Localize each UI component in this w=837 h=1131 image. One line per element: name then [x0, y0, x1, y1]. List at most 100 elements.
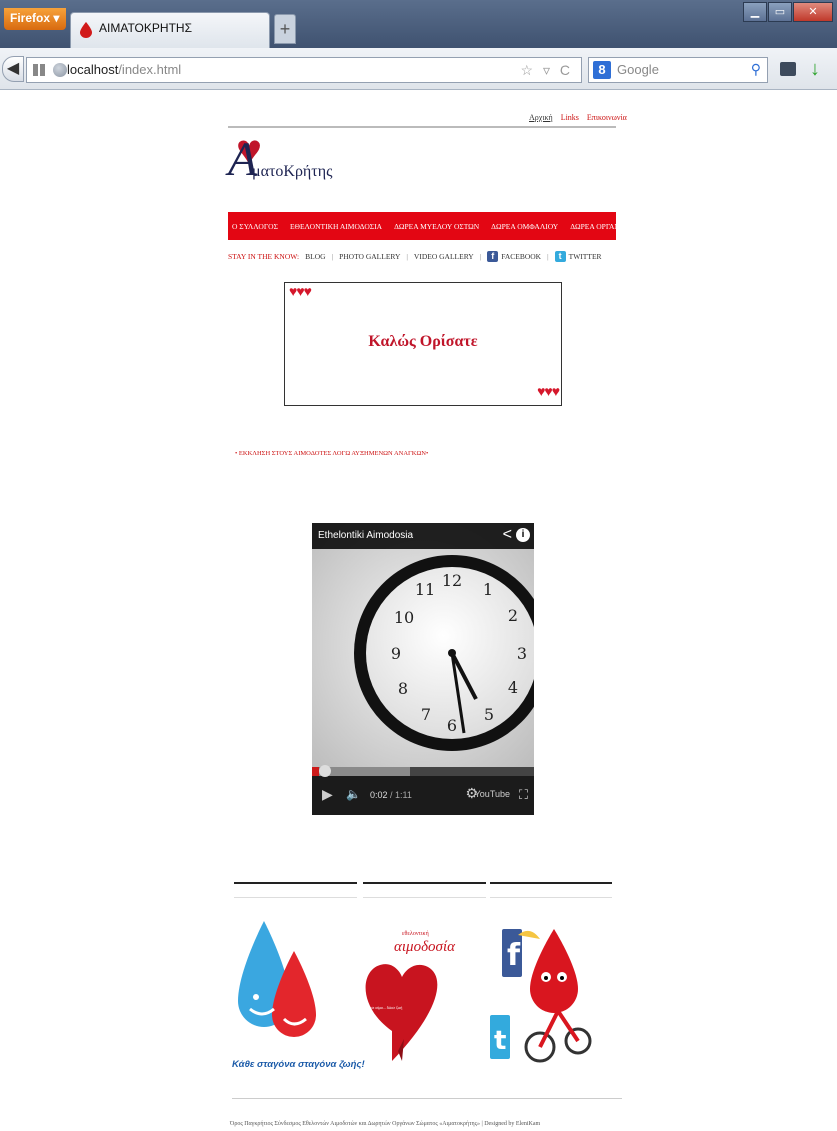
link-twitter[interactable]: TWITTER: [569, 252, 602, 261]
svg-text:1: 1: [483, 580, 493, 599]
column-divider: [363, 897, 486, 898]
header-divider: [228, 126, 616, 128]
facebook-icon[interactable]: f: [487, 251, 499, 262]
svg-text:f: f: [507, 938, 521, 973]
column-divider: [234, 882, 357, 884]
blood-drops-caption: Κάθε σταγόνα σταγόνα ζωής!: [232, 1059, 365, 1070]
svg-text:7: 7: [421, 705, 431, 724]
footer-text: Όρος Παγκρήτιος Σύνδεσμος Εθελοντών Αιμο…: [230, 1121, 541, 1127]
menu-item-bone-marrow[interactable]: ΔΩΡΕΑ ΜΥΕΛΟΥ ΟΣΤΩΝ: [394, 222, 479, 231]
video-time-current: 0:02: [370, 790, 388, 800]
social-links-bar: STAY IN THE KNOW: BLOG | PHOTO GALLERY |…: [228, 251, 602, 262]
search-input[interactable]: 8 Google ⚲: [588, 57, 768, 83]
reader-bars-icon: [33, 64, 45, 76]
link-blog[interactable]: BLOG: [305, 252, 325, 261]
video-title[interactable]: Ethelontiki Aimodosia: [318, 530, 413, 541]
site-logo[interactable]: ♥ A ματοΚρήτης: [228, 129, 348, 189]
site-identity-icon[interactable]: [53, 63, 67, 77]
share-icon[interactable]: <: [503, 526, 512, 544]
url-host: localhost: [67, 62, 119, 77]
youtube-video-player[interactable]: 12 1 2 345 678 9 10 11 Ethelontiki Aimodosia…: [312, 523, 534, 815]
volunteer-donation-image[interactable]: εθελοντική αιμοδοσία δώσε αίμα... δώσε ζ…: [362, 911, 474, 1081]
svg-text:5: 5: [484, 705, 494, 724]
navigation-bar: ◀ localhost/index.html ☆ ▿ C 8 Google ⚲ …: [0, 48, 837, 90]
top-link-contact[interactable]: Επικοινωνία: [587, 113, 627, 122]
svg-text:2: 2: [508, 606, 518, 625]
blood-drops-graphic: [238, 921, 316, 1037]
fullscreen-icon[interactable]: ⛶: [519, 787, 528, 803]
video-scrubber-handle[interactable]: [318, 765, 331, 777]
video-progress-bar[interactable]: [312, 765, 534, 777]
svg-text:8: 8: [398, 679, 408, 698]
svg-text:4: 4: [508, 678, 518, 697]
volume-icon[interactable]: 🔈: [346, 787, 361, 802]
video-time: 0:02 / 1:11: [370, 790, 412, 800]
browser-titlebar: Firefox ▾ ΑΙΜΑΤΟΚΡΗΤΗΣ + ▁ ▭ ✕: [0, 0, 837, 48]
back-arrow-icon[interactable]: ◀: [2, 56, 24, 82]
menu-item-cord-blood[interactable]: ΔΩΡΕΑ ΟΜΦΑΛΙΟΥ: [491, 222, 558, 231]
top-links: Αρχική Links Επικοινωνία: [523, 113, 627, 122]
window-controls: ▁ ▭ ✕: [743, 2, 833, 24]
column-divider: [490, 897, 612, 898]
new-tab-button[interactable]: +: [274, 14, 296, 44]
firefox-menu-button[interactable]: Firefox ▾: [4, 8, 66, 30]
info-icon[interactable]: i: [516, 528, 530, 542]
search-placeholder: Google: [617, 62, 659, 77]
svg-text:12: 12: [442, 571, 462, 590]
menu-item-organs[interactable]: ΔΩΡΕΑ ΟΡΓΑΝΩΝ: [570, 222, 631, 231]
svg-text:3: 3: [517, 644, 527, 663]
blood-drops-image[interactable]: Κάθε σταγόνα σταγόνα ζωής!: [232, 911, 365, 1081]
search-engine-icon[interactable]: 8: [593, 61, 611, 79]
svg-text:11: 11: [415, 580, 435, 599]
hearts-icon: ♥♥♥: [537, 385, 560, 400]
social-mascot-graphic: f t: [490, 929, 592, 1063]
top-link-links[interactable]: Links: [561, 113, 579, 122]
welcome-text: Καλώς Ορίσατε: [368, 333, 478, 350]
link-video-gallery[interactable]: VIDEO GALLERY: [414, 252, 474, 261]
column-divider: [363, 882, 486, 884]
video-played: [312, 767, 319, 776]
web-page: Αρχική Links Επικοινωνία ♥ A ματοΚρήτης …: [0, 91, 837, 1131]
firefox-menu-label: Firefox: [10, 11, 51, 25]
logo-text: ματοΚρήτης: [252, 163, 333, 180]
bookmark-star-icon[interactable]: ☆ ▿ C: [521, 62, 573, 79]
main-menu: Ο ΣΥΛΛΟΓΟΣ ΕΘΕΛΟΝΤΙΚΗ ΑΙΜΟΔΟΣΙΑ ΔΩΡΕΑ ΜΥ…: [228, 212, 631, 240]
stay-label: STAY IN THE KNOW:: [228, 252, 300, 261]
menu-item-blood-donation[interactable]: ΕΘΕΛΟΝΤΙΚΗ ΑΙΜΟΔΟΣΙΑ: [290, 222, 382, 231]
svg-text:6: 6: [447, 716, 457, 735]
browser-tab[interactable]: ΑΙΜΑΤΟΚΡΗΤΗΣ: [70, 12, 270, 48]
footer-divider: [232, 1098, 622, 1099]
download-icon[interactable]: ↓: [810, 58, 820, 81]
video-time-total: / 1:11: [390, 790, 412, 800]
maximize-icon[interactable]: ▭: [768, 2, 792, 22]
svg-text:10: 10: [394, 608, 414, 627]
link-photo-gallery[interactable]: PHOTO GALLERY: [339, 252, 400, 261]
search-icon[interactable]: ⚲: [751, 61, 761, 78]
heart-caption: δώσε αίμα... δώσε ζωή: [366, 1005, 403, 1010]
urgent-appeal-link[interactable]: • ΕΚΚΛΗΣΗ ΣΤΟΥΣ ΑΙΜΟΔΟΤΕΣ ΛΟΓΩ ΑΥΞΗΜΕΝΩΝ…: [235, 450, 428, 457]
svg-text:9: 9: [391, 644, 401, 663]
youtube-logo[interactable]: YouTube: [475, 789, 510, 799]
blood-drop-icon: [80, 22, 92, 38]
social-mascot-image[interactable]: f t: [488, 911, 600, 1081]
bookmarks-icon[interactable]: [780, 62, 796, 76]
column-divider: [490, 882, 612, 884]
url-path: /index.html: [118, 62, 182, 77]
menu-item-association[interactable]: Ο ΣΥΛΛΟΓΟΣ: [232, 222, 278, 231]
donation-title-text: αιμοδοσία: [394, 939, 455, 955]
hearts-icon: ♥♥♥: [289, 285, 312, 300]
twitter-icon[interactable]: t: [554, 251, 566, 262]
minimize-icon[interactable]: ▁: [743, 2, 767, 22]
play-icon[interactable]: ▶: [322, 787, 333, 804]
video-controls: ▶ 🔈 0:02 / 1:11 ⚙ YouTube ⛶: [312, 765, 534, 815]
welcome-banner: ♥♥♥ Καλώς Ορίσατε ♥♥♥: [284, 282, 562, 406]
link-facebook[interactable]: FACEBOOK: [501, 252, 541, 261]
column-divider: [234, 897, 357, 898]
clock-video-frame: 12 12 345 678 91011: [312, 523, 534, 767]
volunteer-small-text: εθελοντική: [402, 931, 429, 937]
svg-text:t: t: [494, 1026, 506, 1056]
top-link-home[interactable]: Αρχική: [529, 113, 553, 122]
close-icon[interactable]: ✕: [793, 2, 833, 22]
tab-title: ΑΙΜΑΤΟΚΡΗΤΗΣ: [99, 21, 192, 35]
url-bar[interactable]: localhost/index.html ☆ ▿ C: [26, 57, 582, 83]
